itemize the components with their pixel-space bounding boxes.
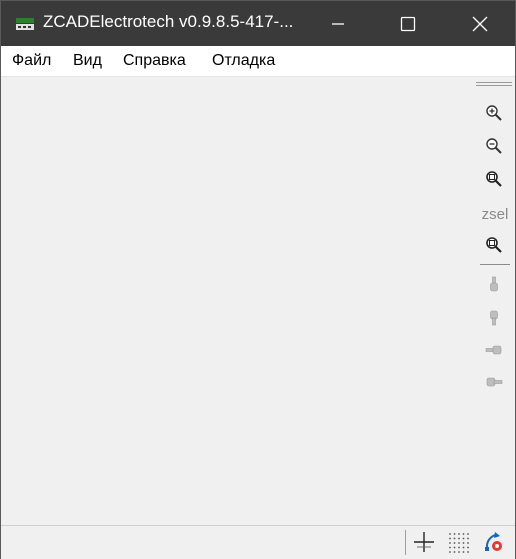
- osnap-icon[interactable]: [483, 531, 505, 553]
- menu-view[interactable]: Вид: [73, 52, 102, 70]
- minimize-icon: [332, 22, 344, 25]
- app-icon: [16, 18, 34, 30]
- maximize-icon: [400, 16, 416, 31]
- menu-debug[interactable]: Отладка: [212, 52, 275, 70]
- grid-icon[interactable]: [447, 531, 469, 553]
- zoom-in-button[interactable]: [482, 101, 506, 125]
- pan-left-icon: [485, 345, 502, 355]
- close-icon: [472, 16, 488, 31]
- toolbar-separator: [480, 264, 510, 265]
- menu-file[interactable]: Файл: [12, 52, 51, 70]
- view-toolbar: zsel: [474, 79, 514, 399]
- drawing-canvas[interactable]: [5, 81, 473, 523]
- window-title: ZCADElectrotech v0.9.8.5-417-...: [43, 12, 294, 31]
- zoom-window-button[interactable]: [482, 167, 506, 191]
- menu-help[interactable]: Справка: [123, 52, 186, 70]
- pan-up-button[interactable]: [482, 273, 506, 297]
- toolbar-grip[interactable]: [476, 82, 512, 83]
- zsel-label[interactable]: zsel: [478, 206, 512, 223]
- pan-down-button[interactable]: [482, 306, 506, 330]
- pan-down-icon: [490, 310, 498, 326]
- zoom-out-button[interactable]: [482, 134, 506, 158]
- zoom-out-icon: [486, 138, 502, 154]
- crosshair-snap-icon[interactable]: [413, 531, 435, 553]
- minimize-button[interactable]: [303, 1, 373, 46]
- title-bar[interactable]: ZCADElectrotech v0.9.8.5-417-...: [1, 1, 515, 46]
- toolbar-grip-line: [476, 85, 512, 86]
- close-button[interactable]: [445, 1, 515, 46]
- main-window: ZCADElectrotech v0.9.8.5-417-... Файл Ви…: [0, 0, 516, 559]
- zoom-selection-button[interactable]: [482, 233, 506, 257]
- zoom-window-icon: [486, 171, 502, 187]
- menu-bar: Файл Вид Справка Отладка: [1, 46, 515, 77]
- status-separator: [405, 530, 406, 555]
- pan-up-icon: [490, 276, 498, 292]
- pan-right-button[interactable]: [482, 370, 506, 394]
- status-bar: [1, 525, 515, 559]
- maximize-button[interactable]: [373, 1, 443, 46]
- zoom-in-icon: [486, 105, 502, 121]
- zoom-selection-icon: [486, 237, 502, 253]
- pan-right-icon: [486, 377, 503, 387]
- pan-left-button[interactable]: [482, 338, 506, 362]
